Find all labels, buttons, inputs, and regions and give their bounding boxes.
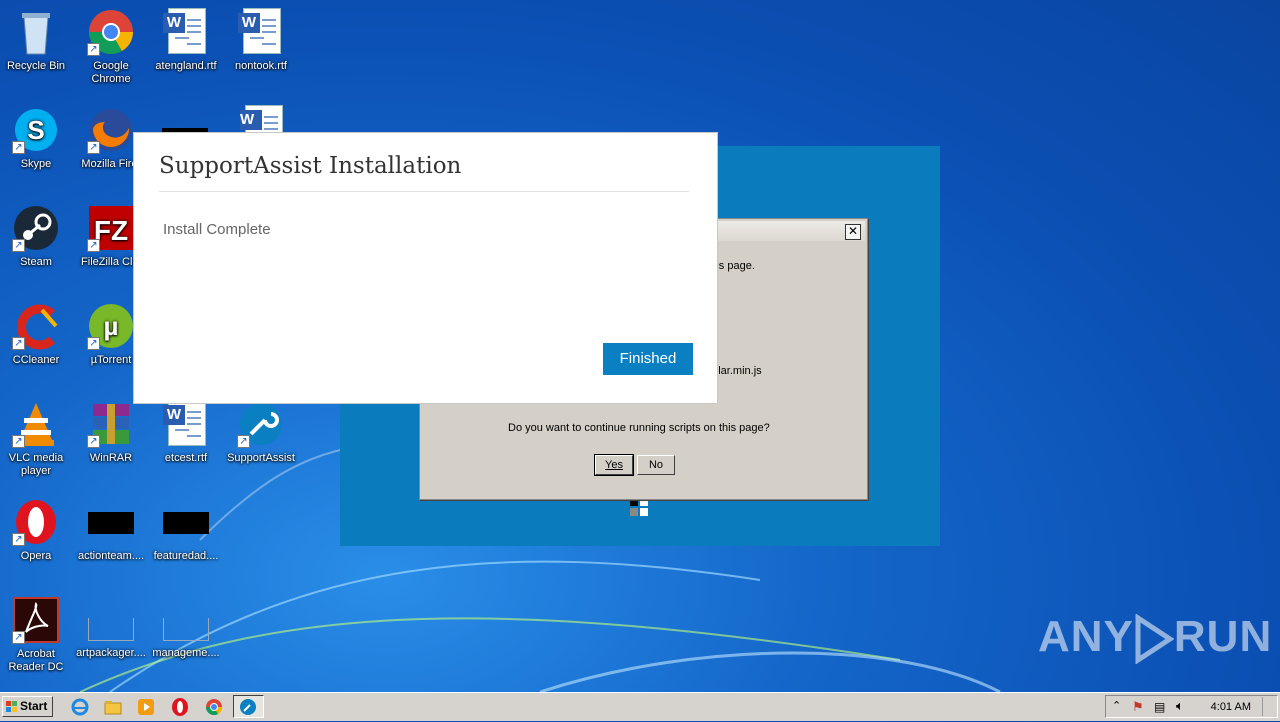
firefox-icon: ↗: [87, 106, 135, 154]
system-tray: ⌃ ⚑ ▤ 🔈︎ 4:01 AM: [1105, 695, 1278, 718]
status-message: Install Complete: [163, 221, 271, 238]
word-doc-icon: W: [162, 8, 210, 56]
dialog-title: SupportAssist Installation: [159, 153, 462, 179]
opera-taskbar-icon[interactable]: [170, 697, 190, 717]
supportassist-taskbar-button[interactable]: [233, 695, 264, 718]
utorrent-icon: µ ↗: [87, 302, 135, 350]
desktop-icon-artpackager[interactable]: artpackager....: [73, 596, 149, 660]
desktop-icon-ccleaner[interactable]: ↗ CCleaner: [0, 302, 74, 367]
file-thumbnail: [163, 618, 209, 641]
ccleaner-icon: ↗: [12, 302, 60, 350]
finished-button[interactable]: Finished: [603, 343, 693, 375]
skype-icon: S ↗: [12, 106, 60, 154]
steam-icon: ↗: [12, 204, 60, 252]
desktop-icon-recycle-bin[interactable]: Recycle Bin: [0, 8, 74, 73]
chrome-taskbar-icon[interactable]: [204, 697, 224, 717]
chrome-icon: ↗: [87, 8, 135, 56]
svg-text:S: S: [27, 115, 44, 145]
chevron-up-icon[interactable]: ⌃: [1112, 699, 1121, 712]
show-desktop-button[interactable]: [1262, 697, 1275, 716]
dialog-question: Do you want to continue running scripts …: [508, 422, 770, 434]
desktop-icon-opera[interactable]: ↗ Opera: [0, 498, 74, 563]
media-player-icon[interactable]: [136, 697, 156, 717]
desktop-icon-actionteam[interactable]: actionteam....: [73, 498, 149, 563]
desktop-icon-vlc[interactable]: ↗ VLC media player: [0, 400, 74, 478]
desktop-icon-atengland[interactable]: W atengland.rtf: [148, 8, 224, 73]
divider: [159, 191, 689, 192]
desktop-icon-supportassist[interactable]: ↗ SupportAssist: [223, 400, 299, 465]
svg-text:µ: µ: [104, 311, 119, 341]
file-thumbnail: [88, 618, 134, 641]
winrar-icon: ↗: [87, 400, 135, 448]
ie-icon[interactable]: [70, 697, 90, 717]
vlc-icon: ↗: [12, 400, 60, 448]
opera-icon: ↗: [12, 498, 60, 546]
filezilla-icon: FZ ↗: [87, 204, 135, 252]
start-button[interactable]: Start: [2, 696, 53, 717]
desktop-icon-skype[interactable]: S ↗ Skype: [0, 106, 74, 171]
redacted-thumbnail: [163, 512, 209, 534]
windows-logo-icon: [6, 701, 17, 712]
supportassist-icon: ↗: [237, 400, 285, 448]
desktop-icon-nontook[interactable]: W nontook.rtf: [223, 8, 299, 73]
close-icon[interactable]: ✕: [845, 224, 861, 240]
network-icon[interactable]: ▤: [1154, 700, 1165, 714]
partial-word-doc-icon: W: [239, 105, 285, 135]
redacted-thumbnail: [88, 512, 134, 534]
action-center-flag-icon[interactable]: ⚑: [1132, 699, 1144, 715]
anyrun-watermark: ANY RUN: [1038, 612, 1272, 665]
loading-spinner-icon: [630, 498, 650, 518]
clock[interactable]: 4:01 AM: [1211, 701, 1251, 713]
desktop-icon-steam[interactable]: ↗ Steam: [0, 204, 74, 269]
desktop-icon-acrobat[interactable]: ↗ Acrobat Reader DC: [0, 596, 74, 674]
no-button[interactable]: No: [637, 455, 675, 475]
desktop-icon-manageme[interactable]: manageme....: [148, 596, 224, 660]
desktop-icon-winrar[interactable]: ↗ WinRAR: [73, 400, 149, 465]
yes-button[interactable]: Yes: [594, 454, 634, 476]
word-doc-icon: W: [237, 8, 285, 56]
play-logo-icon: [1135, 614, 1174, 665]
desktop-icon-chrome[interactable]: ↗ Google Chrome: [73, 8, 149, 86]
recycle-bin-icon: [12, 8, 60, 56]
taskbar: Start ⌃ ⚑ ▤ 🔈︎ 4:01 AM: [0, 692, 1280, 721]
explorer-folder-icon[interactable]: [103, 697, 123, 717]
volume-icon[interactable]: 🔈︎: [1176, 698, 1184, 714]
acrobat-icon: ↗: [12, 596, 60, 644]
word-doc-icon: W: [162, 400, 210, 448]
supportassist-install-dialog: SupportAssist Installation Install Compl…: [133, 132, 718, 404]
desktop-icon-featuredad[interactable]: featuredad....: [148, 498, 224, 563]
desktop-icon-etcest[interactable]: W etcest.rtf: [148, 400, 224, 465]
supportassist-icon: [240, 699, 256, 715]
